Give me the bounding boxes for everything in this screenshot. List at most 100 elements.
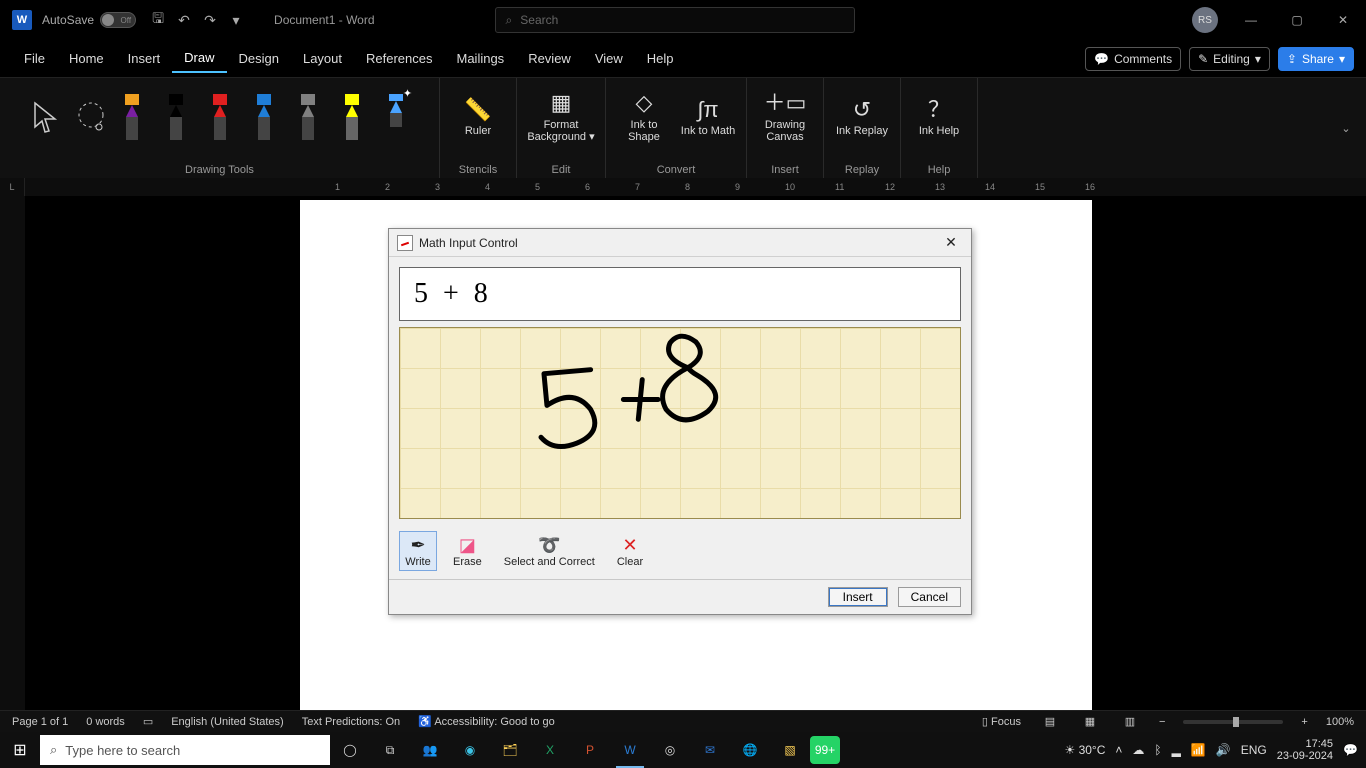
taskbar-search[interactable]: ⌕Type here to search <box>40 735 330 765</box>
ink-canvas[interactable] <box>399 327 961 519</box>
pen-6[interactable]: ✦ <box>381 94 411 140</box>
zoom-out[interactable]: − <box>1159 716 1165 728</box>
redo-icon[interactable]: ↷ <box>202 12 218 28</box>
close-button[interactable]: ✕ <box>1320 0 1366 40</box>
minimize-button[interactable]: ― <box>1228 0 1274 40</box>
tab-review[interactable]: Review <box>516 45 583 72</box>
insert-button[interactable]: Insert <box>828 587 888 607</box>
tab-home[interactable]: Home <box>57 45 116 72</box>
tab-help[interactable]: Help <box>635 45 686 72</box>
ink-replay-button[interactable]: ↺Ink Replay <box>834 82 890 152</box>
ink-to-math-button[interactable]: ∫πInk to Math <box>680 82 736 152</box>
pen-2[interactable] <box>205 94 235 140</box>
print-layout-icon[interactable]: ▦ <box>1079 714 1101 730</box>
cancel-button[interactable]: Cancel <box>898 587 961 607</box>
dialog-close-button[interactable]: ✕ <box>939 234 963 251</box>
maximize-button[interactable]: ▢ <box>1274 0 1320 40</box>
whatsapp-icon[interactable]: 99+ <box>810 736 840 764</box>
zoom-in[interactable]: + <box>1301 716 1307 728</box>
text-predictions[interactable]: Text Predictions: On <box>302 716 400 728</box>
pen-1[interactable] <box>161 94 191 140</box>
accessibility[interactable]: ♿ Accessibility: Good to go <box>418 715 555 728</box>
customize-qat-icon[interactable]: ▾ <box>228 12 244 28</box>
word-taskbar-icon[interactable]: W <box>610 732 650 768</box>
write-tool[interactable]: ✒Write <box>399 531 437 571</box>
bluetooth-icon[interactable]: ᛒ <box>1154 743 1161 757</box>
battery-icon[interactable]: ▂ <box>1172 743 1181 757</box>
teams-icon[interactable]: 👥 <box>410 732 450 768</box>
toggle-off-icon[interactable]: Off <box>100 12 136 28</box>
chevron-down-icon: ▾ <box>1255 52 1261 66</box>
task-view-icon[interactable]: ⧉ <box>370 732 410 768</box>
autosave-toggle[interactable]: AutoSave Off <box>42 12 136 28</box>
canvas-icon: ＋▭ <box>764 90 807 115</box>
collapse-ribbon-button[interactable]: ⌄ <box>1326 78 1366 178</box>
search-placeholder: Search <box>520 13 558 27</box>
cortana-icon[interactable]: ◯ <box>330 732 370 768</box>
volume-icon[interactable]: 🔊 <box>1216 743 1231 757</box>
notifications-icon[interactable]: 💬 <box>1343 743 1358 757</box>
clear-tool[interactable]: ✕Clear <box>611 531 649 571</box>
tab-view[interactable]: View <box>583 45 635 72</box>
select-correct-tool[interactable]: ➰Select and Correct <box>498 531 601 571</box>
word-count[interactable]: 0 words <box>86 716 125 728</box>
chevron-down-icon: ▾ <box>1339 52 1345 66</box>
tab-layout[interactable]: Layout <box>291 45 354 72</box>
onedrive-icon[interactable]: ☁ <box>1132 743 1144 757</box>
notes-icon[interactable]: ▧ <box>770 732 810 768</box>
pen-3[interactable] <box>249 94 279 140</box>
pen-5[interactable] <box>337 94 367 140</box>
powerpoint-icon[interactable]: P <box>570 732 610 768</box>
word-icon: W <box>12 10 32 30</box>
zoom-level[interactable]: 100% <box>1326 716 1354 728</box>
tray-chevron-icon[interactable]: ˄ <box>1115 743 1122 757</box>
save-icon[interactable]: 🖫 <box>150 12 166 28</box>
edge-icon[interactable]: ◉ <box>450 732 490 768</box>
help-icon: ？ <box>928 97 950 122</box>
background-icon: ▦ <box>551 90 572 115</box>
tab-draw[interactable]: Draw <box>172 44 226 73</box>
user-avatar[interactable]: RS <box>1192 7 1218 33</box>
outlook-icon[interactable]: ✉ <box>690 732 730 768</box>
zoom-slider[interactable] <box>1183 720 1283 724</box>
share-button[interactable]: ⇪Share▾ <box>1278 47 1354 71</box>
language[interactable]: English (United States) <box>171 716 284 728</box>
horizontal-ruler[interactable]: 12345678910111213141516 <box>25 178 1366 196</box>
quick-access-toolbar: 🖫 ↶ ↷ ▾ <box>150 12 244 28</box>
ink-to-shape-button[interactable]: ◇Ink to Shape <box>616 82 672 152</box>
dialog-titlebar[interactable]: Math Input Control ✕ <box>389 229 971 257</box>
drawing-canvas-button[interactable]: ＋▭Drawing Canvas <box>757 82 813 152</box>
focus-mode[interactable]: ▯ Focus <box>982 715 1021 728</box>
spellcheck-icon[interactable]: ▭ <box>143 715 153 728</box>
weather[interactable]: ☀ 30°C <box>1064 743 1105 757</box>
web-layout-icon[interactable]: ▥ <box>1119 714 1141 730</box>
tab-file[interactable]: File <box>12 45 57 72</box>
comments-button[interactable]: 💬Comments <box>1085 47 1181 71</box>
editing-mode-button[interactable]: ✎Editing▾ <box>1189 47 1270 71</box>
tab-references[interactable]: References <box>354 45 444 72</box>
tab-mailings[interactable]: Mailings <box>445 45 517 72</box>
clock[interactable]: 17:4523-09-2024 <box>1277 738 1333 762</box>
tab-insert[interactable]: Insert <box>116 45 173 72</box>
read-mode-icon[interactable]: ▤ <box>1039 714 1061 730</box>
select-tool[interactable] <box>29 99 65 135</box>
format-background-button[interactable]: ▦Format Background ▾ <box>527 82 595 152</box>
wifi-icon[interactable]: 📶 <box>1191 743 1206 757</box>
pen-0[interactable] <box>117 94 147 140</box>
start-button[interactable]: ⊞ <box>0 732 40 768</box>
tab-design[interactable]: Design <box>227 45 291 72</box>
browser-icon[interactable]: 🌐 <box>730 732 770 768</box>
page-info[interactable]: Page 1 of 1 <box>12 716 68 728</box>
ruler-button[interactable]: 📏Ruler <box>450 82 506 152</box>
excel-icon[interactable]: X <box>530 732 570 768</box>
lasso-tool[interactable] <box>73 99 109 135</box>
pen-4[interactable] <box>293 94 323 140</box>
ink-help-button[interactable]: ？Ink Help <box>911 82 967 152</box>
chrome-icon[interactable]: ◎ <box>650 732 690 768</box>
search-box[interactable]: ⌕ Search <box>495 7 855 33</box>
explorer-icon[interactable]: 🗂 <box>490 732 530 768</box>
erase-tool[interactable]: ◪Erase <box>447 531 488 571</box>
language-indicator[interactable]: ENG <box>1241 743 1267 757</box>
undo-icon[interactable]: ↶ <box>176 12 192 28</box>
vertical-ruler[interactable] <box>0 196 25 710</box>
